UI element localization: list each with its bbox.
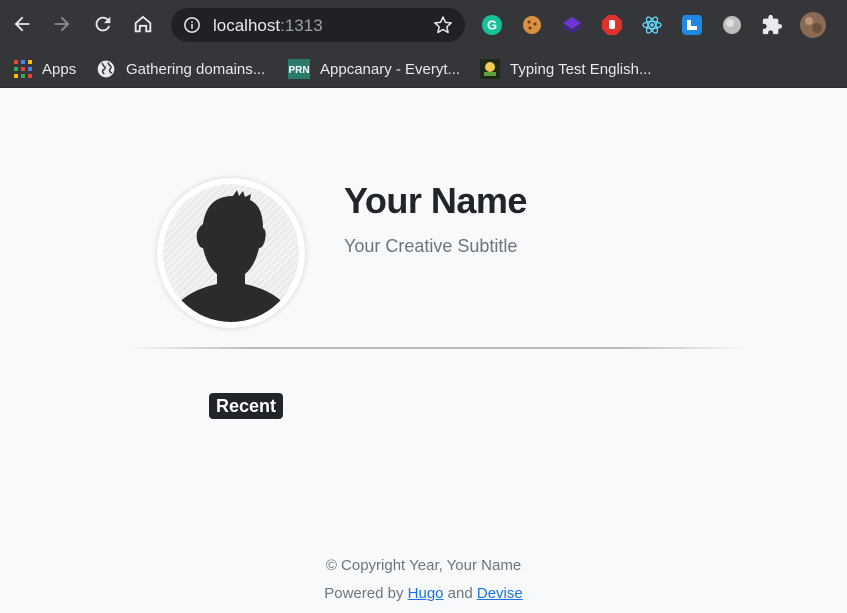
stop-hand-extension-icon[interactable] (600, 13, 624, 37)
prn-icon: PRN (288, 59, 310, 79)
bookmark-appcanary[interactable]: PRN Appcanary - Everyt... (288, 57, 460, 81)
hugo-link[interactable]: Hugo (408, 585, 444, 602)
info-icon (184, 17, 200, 33)
cookie-extension-icon[interactable] (520, 13, 544, 37)
svg-text:G: G (487, 18, 497, 33)
arrow-right-icon (54, 16, 70, 32)
globe-icon (97, 60, 115, 78)
typing-test-icon (480, 59, 500, 79)
person-silhouette-icon (167, 190, 295, 322)
bookmark-gathering-domains[interactable]: Gathering domains... (96, 57, 265, 81)
bookmark-typing-test[interactable]: Typing Test English... (480, 57, 651, 81)
apps-grid-icon (14, 60, 32, 78)
bookmark-label: Gathering domains... (126, 60, 266, 78)
page-title: Your Name (344, 180, 527, 221)
home-button[interactable] (129, 10, 157, 38)
svg-text:PRN: PRN (288, 65, 309, 76)
powered-by-text: Powered by (324, 585, 404, 602)
recent-tag-button[interactable]: Recent (209, 393, 284, 419)
footer-copyright: © Copyright Year, Your Name (325, 557, 522, 574)
avatar-image (163, 184, 299, 322)
grammarly-extension-icon[interactable]: G (480, 13, 504, 37)
arrow-left-icon (14, 16, 30, 32)
bookmark-apps[interactable]: Apps (14, 57, 76, 81)
bookmark-label: Apps (42, 60, 77, 78)
puzzle-extensions-icon[interactable] (760, 13, 784, 37)
devise-link[interactable]: Devise (477, 585, 523, 602)
and-text: and (447, 585, 473, 602)
react-devtools-extension-icon[interactable] (640, 13, 664, 37)
blue-square-extension-icon[interactable] (680, 13, 704, 37)
layers-extension-icon[interactable] (560, 13, 584, 37)
globe-extension-icon[interactable] (720, 13, 744, 37)
reload-button[interactable] (89, 10, 117, 38)
reload-icon (95, 16, 111, 32)
bookmark-label: Appcanary - Everyt... (320, 60, 461, 78)
url-port: :1313 (280, 16, 323, 35)
address-bar[interactable]: localhost:1313 (171, 8, 465, 42)
page-subtitle: Your Creative Subtitle (344, 236, 518, 256)
bookmarks-bar: Apps Gathering domains... PRN Appcanary … (0, 50, 847, 88)
browser-toolbar: localhost:1313 G (0, 0, 847, 50)
star-icon[interactable] (433, 15, 453, 35)
footer-powered-by: Powered by Hugo and Devise (0, 585, 847, 602)
bookmark-label: Typing Test English... (510, 60, 652, 78)
back-button[interactable] (8, 10, 36, 38)
home-icon (134, 15, 152, 33)
forward-button[interactable] (48, 10, 76, 38)
profile-avatar-icon[interactable] (799, 11, 827, 39)
url-text[interactable]: localhost:1313 (213, 16, 323, 36)
avatar (157, 178, 305, 328)
url-host: localhost (213, 16, 281, 35)
header-divider (127, 347, 747, 349)
